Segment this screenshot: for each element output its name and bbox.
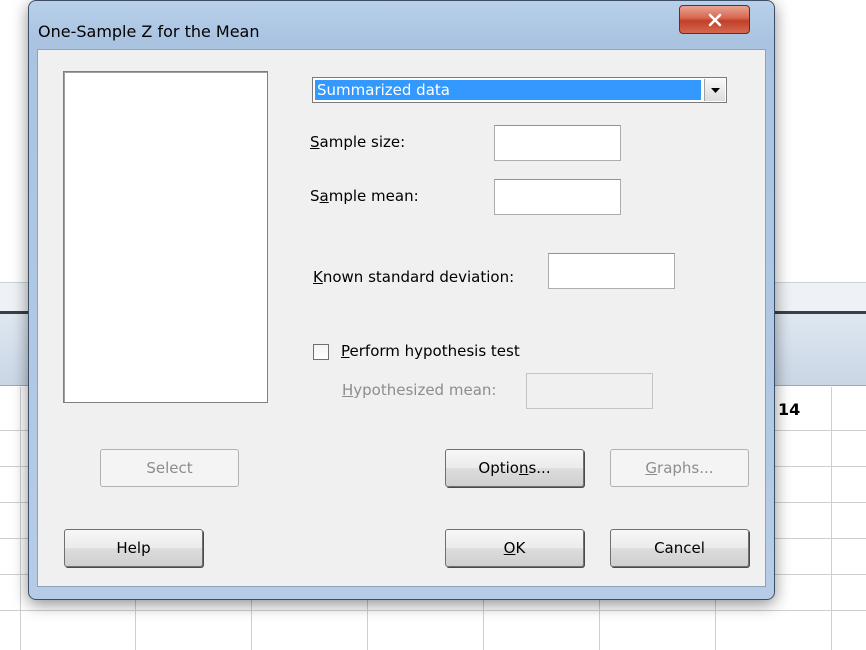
label-part: S bbox=[310, 187, 320, 205]
sample-mean-label: Sample mean: bbox=[310, 187, 419, 205]
close-icon bbox=[708, 13, 721, 26]
help-button[interactable]: Help bbox=[64, 529, 203, 567]
button-label-part: K bbox=[515, 539, 526, 557]
hypothesized-mean-label: Hypothesized mean: bbox=[342, 381, 496, 399]
sample-size-input[interactable] bbox=[495, 126, 620, 160]
close-button[interactable] bbox=[679, 5, 750, 34]
hypothesis-test-label[interactable]: Perform hypothesis test bbox=[341, 342, 520, 360]
graphs-button: Graphs... bbox=[610, 449, 749, 487]
known-sd-input[interactable] bbox=[549, 254, 674, 288]
hypothesized-mean-input bbox=[527, 374, 652, 408]
label-mnemonic: H bbox=[342, 381, 354, 399]
dialog-window: One-Sample Z for the Mean Summarized dat… bbox=[28, 0, 775, 600]
label-part: erform hypothesis test bbox=[349, 342, 520, 360]
dialog-title: One-Sample Z for the Mean bbox=[38, 22, 260, 41]
label-part: ypothesized mean: bbox=[353, 381, 497, 399]
label-mnemonic: a bbox=[319, 187, 329, 205]
hypothesized-mean-field bbox=[526, 373, 653, 409]
data-mode-selected: Summarized data bbox=[315, 80, 701, 100]
grid-col-line bbox=[20, 387, 21, 650]
variables-listbox[interactable] bbox=[63, 71, 268, 403]
ok-button[interactable]: OK bbox=[445, 529, 584, 567]
button-label-mnemonic: n bbox=[518, 459, 529, 477]
label-mnemonic: K bbox=[313, 268, 323, 286]
options-button[interactable]: Optio n s... bbox=[445, 449, 584, 487]
sample-size-field[interactable] bbox=[494, 125, 621, 161]
button-label-part: s... bbox=[528, 459, 551, 477]
chevron-down-icon bbox=[710, 87, 720, 93]
sample-mean-input[interactable] bbox=[495, 180, 620, 214]
known-sd-field[interactable] bbox=[548, 253, 675, 289]
hypothesis-test-checkbox[interactable] bbox=[313, 344, 329, 360]
cancel-button[interactable]: Cancel bbox=[610, 529, 749, 567]
dropdown-arrow-button[interactable] bbox=[704, 79, 725, 101]
dialog-body: Summarized data Sample size: Sample mean… bbox=[37, 49, 766, 587]
data-mode-dropdown[interactable]: Summarized data bbox=[312, 77, 727, 103]
sample-mean-field[interactable] bbox=[494, 179, 621, 215]
sample-size-label: Sample size: bbox=[310, 133, 405, 151]
select-button: Select bbox=[100, 449, 239, 487]
known-sd-label: Known standard deviation: bbox=[313, 268, 514, 286]
label-part: nown standard deviation: bbox=[322, 268, 515, 286]
button-label-mnemonic: G bbox=[645, 459, 658, 477]
button-label-part: Optio bbox=[478, 459, 519, 477]
grid-col-line bbox=[831, 387, 832, 650]
label-mnemonic: S bbox=[310, 133, 320, 151]
label-part: mple mean: bbox=[328, 187, 419, 205]
button-label-mnemonic: O bbox=[503, 539, 516, 557]
grid-row-line bbox=[0, 610, 866, 611]
label-mnemonic: P bbox=[341, 342, 350, 360]
button-label-part: raphs... bbox=[657, 459, 714, 477]
worksheet-column-label[interactable]: 14 bbox=[778, 400, 800, 419]
label-part: ample size: bbox=[319, 133, 406, 151]
